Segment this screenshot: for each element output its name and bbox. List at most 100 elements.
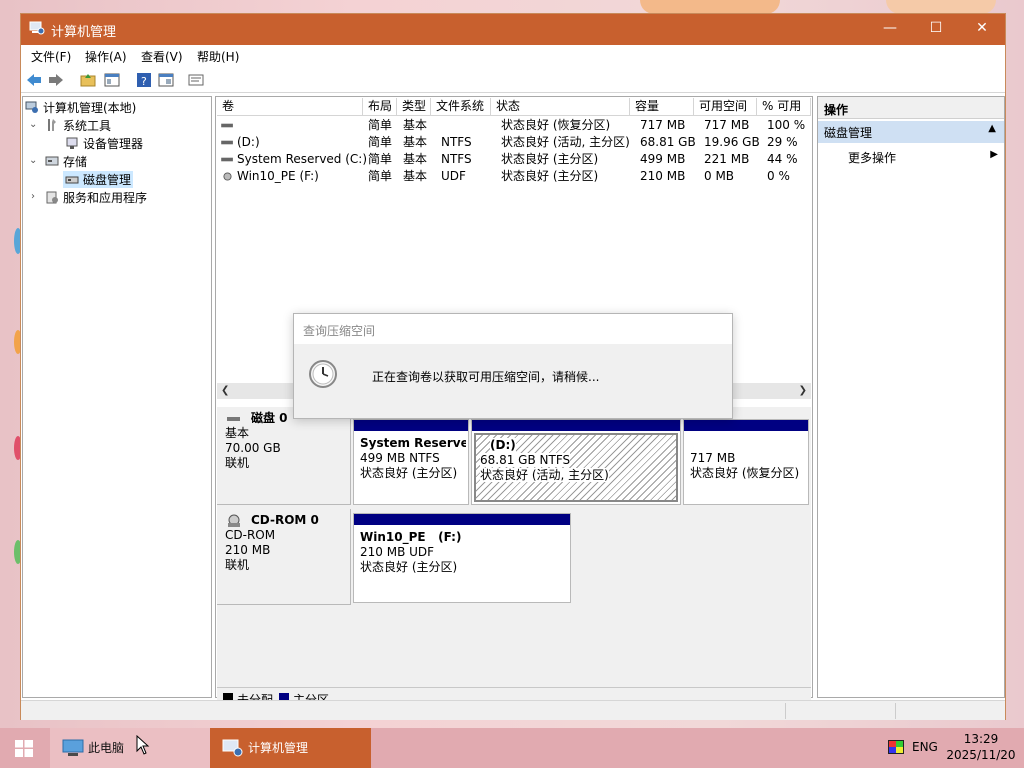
clock-icon bbox=[309, 360, 337, 388]
partition-recovery[interactable]: 717 MB 状态良好 (恢复分区) bbox=[683, 419, 809, 505]
column-header-volume[interactable]: 卷 bbox=[217, 98, 363, 116]
menu-action[interactable]: 操作(A) bbox=[85, 48, 127, 65]
device-manager-icon bbox=[66, 137, 78, 149]
status-divider bbox=[895, 703, 896, 719]
maximize-button[interactable]: ☐ bbox=[913, 14, 959, 45]
display-color-icon[interactable] bbox=[888, 740, 904, 754]
console-view-icon[interactable] bbox=[157, 71, 175, 89]
minimize-button[interactable]: — bbox=[867, 14, 913, 45]
table-cell: 0 MB bbox=[704, 169, 735, 183]
volume-name-cell[interactable]: (D:) bbox=[237, 134, 260, 151]
partition-size: 499 MB NTFS bbox=[360, 451, 440, 465]
table-cell: NTFS bbox=[441, 152, 472, 166]
column-header-status[interactable]: 状态 bbox=[491, 98, 630, 116]
menu-help[interactable]: 帮助(H) bbox=[197, 48, 239, 65]
collapse-arrow-icon[interactable]: ⌄ bbox=[29, 155, 37, 166]
menu-view[interactable]: 查看(V) bbox=[141, 48, 183, 65]
actions-more[interactable]: 更多操作 ▶ bbox=[818, 147, 1004, 167]
partition-d-drive[interactable]: (D:) 68.81 GB NTFS 状态良好 (活动, 主分区) bbox=[471, 419, 681, 505]
partition-system-reserved[interactable]: System Reserve 499 MB NTFS 状态良好 (主分区) bbox=[353, 419, 469, 505]
back-arrow-icon[interactable] bbox=[25, 71, 43, 89]
table-cell: 基本 bbox=[403, 169, 428, 183]
table-cell: NTFS bbox=[441, 135, 472, 149]
actions-section-disk-management[interactable]: 磁盘管理 ▲ bbox=[818, 121, 1004, 143]
tree-item-services[interactable]: 服务和应用程序 bbox=[45, 189, 147, 206]
scroll-left-icon[interactable]: ❮ bbox=[221, 383, 229, 399]
help-icon[interactable]: ? bbox=[135, 71, 153, 89]
close-button[interactable]: ✕ bbox=[959, 14, 1005, 45]
cdrom-0-name: CD-ROM 0 bbox=[251, 513, 319, 527]
collapse-up-icon[interactable]: ▲ bbox=[988, 123, 996, 134]
column-header-filesystem[interactable]: 文件系统 bbox=[431, 98, 491, 116]
cdrom-0-state: 联机 bbox=[225, 558, 250, 572]
taskbar-this-pc[interactable]: 此电脑 bbox=[50, 728, 210, 768]
column-header-percent-free[interactable]: % 可用 bbox=[757, 98, 811, 116]
column-header-capacity[interactable]: 容量 bbox=[630, 98, 694, 116]
partition-status: 状态良好 (活动, 主分区) bbox=[480, 468, 609, 482]
column-header-free-space[interactable]: 可用空间 bbox=[694, 98, 757, 116]
actions-section-label: 磁盘管理 bbox=[824, 126, 873, 140]
column-header-type[interactable]: 类型 bbox=[397, 98, 431, 116]
volume-name-cell[interactable]: Win10_PE (F:) bbox=[237, 168, 319, 185]
cd-volume-icon bbox=[223, 172, 232, 181]
tools-icon bbox=[48, 119, 56, 131]
menu-file[interactable]: 文件(F) bbox=[31, 48, 71, 65]
wallpaper-shape bbox=[886, 0, 996, 14]
tree-device-manager-label: 设备管理器 bbox=[83, 137, 144, 151]
tree-item-storage[interactable]: 存储 bbox=[45, 153, 87, 170]
tree-system-tools-label: 系统工具 bbox=[63, 119, 112, 133]
tree-item-root[interactable]: 计算机管理(本地) bbox=[25, 99, 136, 116]
status-bar bbox=[21, 700, 1005, 720]
table-cell: 68.81 GB bbox=[640, 135, 696, 149]
properties-icon[interactable] bbox=[187, 71, 205, 89]
table-cell: 717 MB bbox=[640, 118, 686, 132]
volume-icon bbox=[221, 140, 233, 145]
primary-partition-bar bbox=[472, 420, 680, 431]
table-cell: 29 % bbox=[767, 135, 798, 149]
scroll-right-icon[interactable]: ❯ bbox=[799, 383, 807, 399]
partition-title: System Reserve bbox=[360, 436, 466, 450]
partition-size: 717 MB bbox=[690, 451, 736, 465]
tree-item-system-tools[interactable]: 系统工具 bbox=[45, 117, 111, 134]
tree-item-device-manager[interactable]: 设备管理器 bbox=[65, 135, 143, 152]
table-cell: 499 MB bbox=[640, 152, 686, 166]
column-header-layout[interactable]: 布局 bbox=[363, 98, 397, 116]
collapse-arrow-icon[interactable]: ⌄ bbox=[29, 119, 37, 130]
input-language[interactable]: ENG bbox=[912, 740, 938, 754]
forward-arrow-icon[interactable] bbox=[47, 71, 65, 89]
tree-disk-management-label: 磁盘管理 bbox=[83, 173, 132, 187]
dialog-message: 正在查询卷以获取可用压缩空间，请稍候... bbox=[372, 370, 600, 384]
show-hide-tree-icon[interactable] bbox=[103, 71, 121, 89]
table-cell: 状态良好 (主分区) bbox=[501, 152, 599, 166]
partition-status: 状态良好 (恢复分区) bbox=[690, 466, 800, 480]
volume-icon bbox=[221, 123, 233, 128]
taskbar-computer-management-label: 计算机管理 bbox=[248, 741, 309, 755]
clock[interactable]: 13:29 2025/11/20 bbox=[944, 731, 1018, 763]
table-cell: 状态良好 (主分区) bbox=[501, 169, 599, 183]
title-bar[interactable]: 计算机管理 — ☐ ✕ bbox=[21, 14, 1005, 45]
volume-name-cell[interactable]: System Reserved (C:) bbox=[237, 151, 367, 168]
taskbar-computer-management[interactable]: 计算机管理 bbox=[210, 728, 371, 768]
table-cell: 0 % bbox=[767, 169, 790, 183]
tree-item-disk-management[interactable]: 磁盘管理 bbox=[63, 171, 134, 188]
actions-pane: 操作 磁盘管理 ▲ 更多操作 ▶ bbox=[817, 96, 1005, 698]
partition-title: (D:) bbox=[490, 438, 516, 453]
dialog-title: 查询压缩空间 bbox=[294, 314, 732, 344]
partition-size: 210 MB UDF bbox=[360, 545, 435, 559]
table-cell: 简单 bbox=[368, 135, 393, 149]
up-folder-icon[interactable] bbox=[79, 71, 97, 89]
table-cell: 717 MB bbox=[704, 118, 750, 132]
partition-win10pe[interactable]: Win10_PE (F:) 210 MB UDF 状态良好 (主分区) bbox=[353, 513, 571, 603]
start-button[interactable] bbox=[0, 728, 48, 768]
services-icon bbox=[46, 191, 58, 204]
primary-partition-bar bbox=[354, 420, 468, 431]
partition-status: 状态良好 (主分区) bbox=[360, 560, 458, 574]
partition-status: 状态良好 (主分区) bbox=[360, 466, 458, 480]
disk-0-label[interactable]: 磁盘 0 基本 70.00 GB 联机 bbox=[217, 407, 351, 505]
windows-logo-icon bbox=[15, 740, 33, 757]
expand-arrow-icon[interactable]: › bbox=[31, 191, 35, 202]
partition-title: Win10_PE (F:) bbox=[360, 530, 462, 544]
primary-partition-bar bbox=[354, 514, 570, 525]
tree-root-label: 计算机管理(本地) bbox=[43, 101, 137, 115]
cdrom-0-label[interactable]: CD-ROM 0 CD-ROM 210 MB 联机 bbox=[217, 509, 351, 605]
